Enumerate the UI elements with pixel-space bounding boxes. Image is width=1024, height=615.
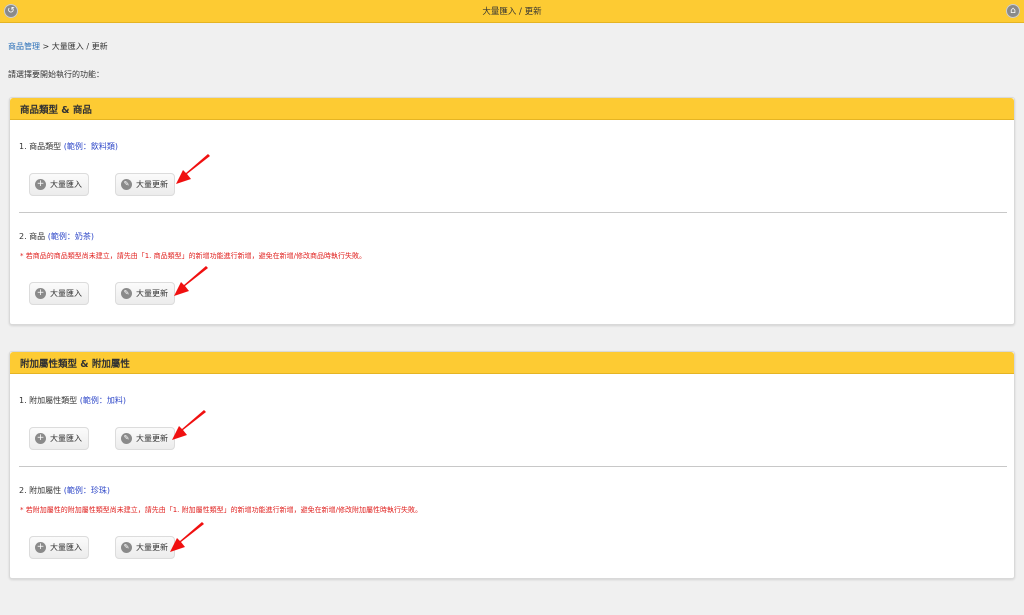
breadcrumb-link-product-management[interactable]: 商品管理 [8, 42, 40, 51]
breadcrumb: 商品管理 > 大量匯入 / 更新 [8, 41, 108, 52]
button-label: 大量更新 [136, 180, 168, 189]
red-arrow-annotation [176, 154, 210, 184]
panel-title: 附加屬性類型 & 附加屬性 [10, 352, 1014, 374]
back-icon[interactable]: ↺ [4, 4, 18, 18]
button-label: 大量匯入 [50, 289, 82, 298]
bulk-import-button-product-type[interactable]: + 大量匯入 [29, 173, 89, 196]
panel-title: 商品類型 & 商品 [10, 98, 1014, 120]
section-label: 2. 附加屬性 [19, 486, 62, 495]
pencil-circle-icon: ✎ [121, 433, 132, 444]
section-title-product: 2. 商品 (範例：奶茶) [19, 231, 94, 242]
section-label: 2. 商品 [19, 232, 46, 241]
button-label: 大量匯入 [50, 543, 82, 552]
top-bar: ↺ 大量匯入 / 更新 ⌂ [0, 0, 1024, 23]
pencil-circle-icon: ✎ [121, 542, 132, 553]
warning-note-addon: * 若附加屬性的附加屬性類型尚未建立，請先由「1. 附加屬性類型」的新增功能進行… [20, 506, 422, 514]
section-divider [19, 466, 1007, 467]
bulk-import-button-product[interactable]: + 大量匯入 [29, 282, 89, 305]
bulk-import-button-addon-type[interactable]: + 大量匯入 [29, 427, 89, 450]
breadcrumb-current: 大量匯入 / 更新 [51, 42, 108, 51]
warning-note-product: * 若商品的商品類型尚未建立，請先由「1. 商品類型」的新增功能進行新增，避免在… [20, 252, 366, 260]
breadcrumb-separator: > [40, 42, 52, 51]
page-header-title: 大量匯入 / 更新 [482, 7, 542, 17]
button-label: 大量更新 [136, 543, 168, 552]
red-arrow-annotation [174, 266, 208, 296]
button-label: 大量匯入 [50, 434, 82, 443]
pencil-circle-icon: ✎ [121, 179, 132, 190]
section-divider [19, 212, 1007, 213]
section-label: 1. 商品類型 [19, 142, 62, 151]
instruction-text: 請選擇要開始執行的功能： [8, 70, 104, 79]
button-label: 大量更新 [136, 434, 168, 443]
plus-circle-icon: + [35, 288, 46, 299]
home-icon[interactable]: ⌂ [1006, 4, 1020, 18]
section-title-addon-type: 1. 附加屬性類型 (範例：加料) [19, 395, 126, 406]
section-title-addon: 2. 附加屬性 (範例：珍珠) [19, 485, 110, 496]
plus-circle-icon: + [35, 433, 46, 444]
section-example: (範例：奶茶) [47, 232, 94, 241]
button-label: 大量更新 [136, 289, 168, 298]
pencil-circle-icon: ✎ [121, 288, 132, 299]
section-example: (範例：加料) [79, 396, 126, 405]
button-label: 大量匯入 [50, 180, 82, 189]
red-arrow-annotation [172, 410, 206, 440]
section-label: 1. 附加屬性類型 [19, 396, 78, 405]
plus-circle-icon: + [35, 542, 46, 553]
bulk-update-button-product[interactable]: ✎ 大量更新 [115, 282, 175, 305]
bulk-import-button-addon[interactable]: + 大量匯入 [29, 536, 89, 559]
bulk-update-button-addon-type[interactable]: ✎ 大量更新 [115, 427, 175, 450]
panel-product-types: 商品類型 & 商品 1. 商品類型 (範例：飲料類) + 大量匯入 ✎ 大量更新… [9, 97, 1015, 325]
red-arrow-annotation [170, 522, 204, 552]
section-example: (範例：飲料類) [63, 142, 118, 151]
bulk-update-button-product-type[interactable]: ✎ 大量更新 [115, 173, 175, 196]
section-title-product-type: 1. 商品類型 (範例：飲料類) [19, 141, 118, 152]
section-example: (範例：珍珠) [63, 486, 110, 495]
panel-addon-attributes: 附加屬性類型 & 附加屬性 1. 附加屬性類型 (範例：加料) + 大量匯入 ✎… [9, 351, 1015, 579]
plus-circle-icon: + [35, 179, 46, 190]
